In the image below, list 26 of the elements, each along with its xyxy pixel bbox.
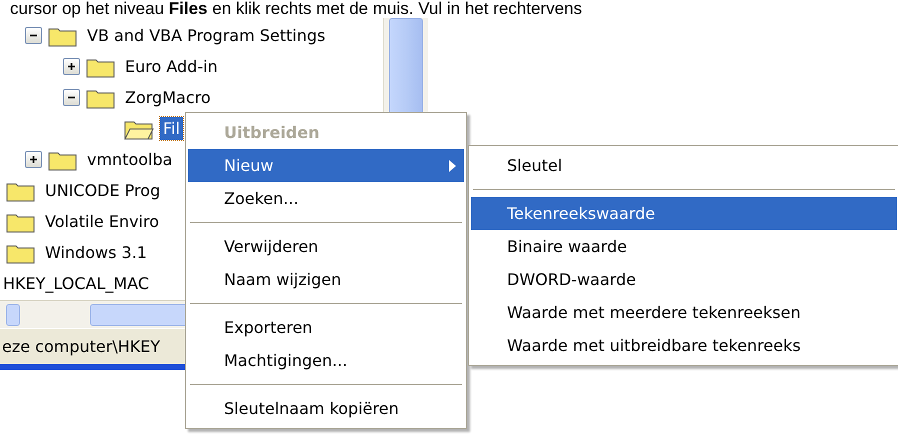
menu-item[interactable]: Sleutel <box>471 149 897 182</box>
menu-item[interactable]: Waarde met meerdere tekenreeksen <box>471 296 897 329</box>
tree-item[interactable]: VB and VBA Program Settings <box>84 24 328 47</box>
menu-item[interactable]: Sleutelnaam kopiëren <box>188 392 464 425</box>
menu-item[interactable]: Tekenreekswaarde <box>471 197 897 230</box>
collapse-icon[interactable] <box>63 89 80 106</box>
menu-item[interactable]: Verwijderen <box>188 230 464 263</box>
menu-item[interactable]: DWORD-waarde <box>471 263 897 296</box>
tree-item[interactable]: UNICODE Prog <box>42 179 164 202</box>
menu-item[interactable]: Naam wijzigen <box>188 263 464 296</box>
menu-item[interactable]: Nieuw <box>188 149 464 182</box>
submenu-arrow-icon <box>449 160 456 172</box>
tree-item[interactable]: HKEY_LOCAL_MAC <box>0 272 152 295</box>
tree-item[interactable]: Fil <box>160 117 183 140</box>
menu-item[interactable]: Waarde met uitbreidbare tekenreeks <box>471 329 897 362</box>
tree-item[interactable]: ZorgMacro <box>122 86 214 109</box>
expand-icon[interactable] <box>63 58 80 75</box>
collapse-icon[interactable] <box>25 27 42 44</box>
tree-item[interactable]: Euro Add-in <box>122 55 221 78</box>
tree-item[interactable]: Volatile Enviro <box>42 210 162 233</box>
menu-item[interactable]: Binaire waarde <box>471 230 897 263</box>
tree-item[interactable]: vmntoolba <box>84 148 176 171</box>
menu-item[interactable]: Zoeken... <box>188 182 464 215</box>
tree-item[interactable]: Windows 3.1 <box>42 241 150 264</box>
expand-icon[interactable] <box>25 151 42 168</box>
instruction-text: cursor op het niveau Files en klik rechts met de muis. Vul in het rechtervens <box>9 0 583 18</box>
